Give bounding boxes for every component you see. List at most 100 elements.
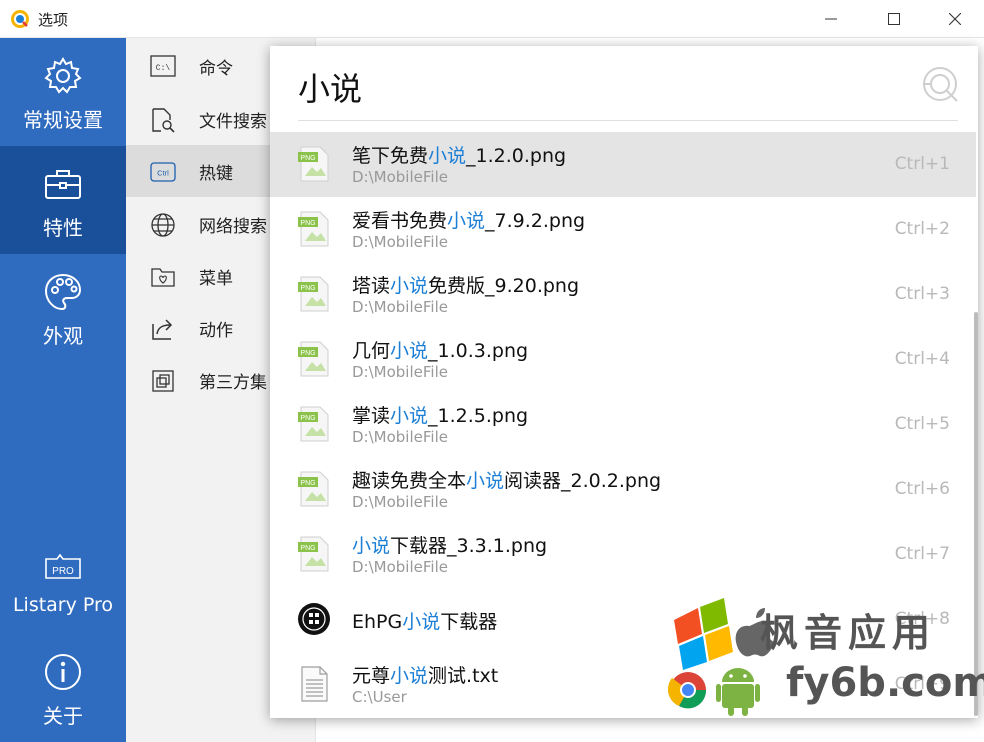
result-path: D:\MobileFile <box>352 233 448 251</box>
result-row[interactable]: PNG 笔下免费小说_1.2.0.png D:\MobileFile Ctrl+1 <box>270 132 976 197</box>
result-name-highlight: 小说 <box>428 145 467 167</box>
result-row[interactable]: PNG 小说下载器_3.3.1.png D:\MobileFile Ctrl+7 <box>270 522 976 587</box>
result-hotkey: Ctrl+7 <box>894 544 950 564</box>
result-hotkey: Ctrl+2 <box>894 219 950 239</box>
result-name-prefix: 掌读 <box>352 405 391 427</box>
result-name: 塔读小说免费版_9.20.png <box>352 271 579 298</box>
result-name: 笔下免费小说_1.2.0.png <box>352 141 566 168</box>
listary-app-icon <box>11 10 29 28</box>
search-divider <box>298 120 958 121</box>
result-name: 小说下载器_3.3.1.png <box>352 531 547 558</box>
png-file-badge: PNG <box>300 220 315 227</box>
result-name-suffix: _1.2.5.png <box>428 405 529 427</box>
pro-badge-text: PRO <box>52 566 74 577</box>
result-name-suffix: _7.9.2.png <box>485 210 586 232</box>
result-name: 掌读小说_1.2.5.png <box>352 401 528 428</box>
result-name-suffix: 免费版_9.20.png <box>428 275 580 297</box>
png-file-icon: PNG <box>298 146 329 182</box>
result-row[interactable]: PNG 趣读免费全本小说阅读器_2.0.2.png D:\MobileFile Ct… <box>270 457 976 522</box>
hotkey-icon: Ctrl <box>150 162 176 182</box>
result-name-highlight: 小说 <box>390 275 429 297</box>
result-path: D:\MobileFile <box>352 493 448 511</box>
result-hotkey: Ctrl+6 <box>894 479 950 499</box>
result-hotkey: Ctrl+4 <box>894 349 950 369</box>
feature-item-label: 命令 <box>199 59 233 79</box>
result-name-suffix: 下载器 <box>440 611 498 633</box>
result-name-prefix: 塔读 <box>352 275 391 297</box>
result-name: 几何小说_1.0.3.png <box>352 336 528 363</box>
result-name: EhPG小说下载器 <box>352 607 497 634</box>
integration-icon <box>152 370 174 392</box>
result-path: C:\User <box>352 688 407 706</box>
feature-item-label: 动作 <box>199 321 233 341</box>
result-path: D:\MobileFile <box>352 428 448 446</box>
result-name-prefix: 元尊 <box>352 665 391 687</box>
file-search-icon <box>152 108 175 133</box>
result-path: D:\MobileFile <box>352 298 448 316</box>
result-row[interactable]: PNG 塔读小说免费版_9.20.png D:\MobileFile Ctrl+3 <box>270 262 976 327</box>
close-button[interactable] <box>932 0 978 38</box>
feature-item-label: 第三方集 <box>199 373 267 393</box>
windows-logo-icon <box>674 598 733 670</box>
android-logo-icon <box>716 668 760 716</box>
minimize-icon <box>825 18 837 20</box>
png-file-badge: PNG <box>300 155 315 162</box>
result-name: 元尊小说测试.txt <box>352 661 498 688</box>
sidebar-item-label: 外观 <box>43 324 83 348</box>
command-prompt-icon: C:\ <box>150 55 176 77</box>
watermark-brand-text: 枫音应用 <box>760 611 937 655</box>
feature-item-label: 文件搜索 <box>199 112 267 132</box>
result-name-prefix: 笔下免费 <box>352 145 429 167</box>
png-file-badge: PNG <box>300 350 315 357</box>
result-row[interactable]: PNG 几何小说_1.0.3.png D:\MobileFile Ctrl+4 <box>270 327 976 392</box>
main-sidebar: 常规设置 特性 外观 PRO Listary Pro 关于 <box>0 38 126 742</box>
app-icon <box>298 603 330 635</box>
text-file-icon <box>301 666 328 702</box>
result-row[interactable]: PNG 爱看书免费小说_7.9.2.png D:\MobileFile Ctrl+2 <box>270 197 976 262</box>
gear-icon <box>44 57 82 94</box>
result-hotkey: Ctrl+1 <box>894 154 950 174</box>
result-hotkey: Ctrl+5 <box>894 414 950 434</box>
search-query[interactable]: 小说 <box>298 64 362 110</box>
result-path: D:\MobileFile <box>352 558 448 576</box>
minimize-button[interactable] <box>808 0 854 38</box>
action-share-icon <box>152 319 173 340</box>
sidebar-item-label: 常规设置 <box>23 108 103 132</box>
pro-badge-icon: PRO <box>45 553 81 579</box>
info-icon <box>45 654 81 690</box>
result-name-suffix: _1.2.0.png <box>466 145 567 167</box>
sidebar-item-label: 特性 <box>43 216 83 240</box>
result-name-suffix: 下载器_3.3.1.png <box>390 535 548 557</box>
sidebar-item-features[interactable]: 特性 <box>0 146 126 254</box>
result-name: 趣读免费全本小说阅读器_2.0.2.png <box>352 466 661 493</box>
result-path: D:\MobileFile <box>352 363 448 381</box>
sidebar-item-listary-pro[interactable]: PRO Listary Pro <box>0 528 126 636</box>
sidebar-item-about[interactable]: 关于 <box>0 634 126 742</box>
result-name-highlight: 小说 <box>390 665 429 687</box>
sidebar-item-appearance[interactable]: 外观 <box>0 254 126 362</box>
png-file-badge: PNG <box>300 415 315 422</box>
result-path: D:\MobileFile <box>352 168 448 186</box>
result-name-suffix: 阅读器_2.0.2.png <box>504 470 662 492</box>
png-file-badge: PNG <box>300 545 315 552</box>
result-name-prefix: EhPG <box>352 611 403 633</box>
png-file-badge: PNG <box>300 285 315 292</box>
result-hotkey: Ctrl+3 <box>894 284 950 304</box>
png-file-icon: PNG <box>298 536 329 572</box>
result-name-highlight: 小说 <box>466 470 505 492</box>
window-title: 选项 <box>38 11 69 29</box>
png-file-badge: PNG <box>300 480 315 487</box>
hotkey-icon-text: Ctrl <box>157 169 169 178</box>
feature-item-label: 菜单 <box>199 269 233 289</box>
png-file-icon: PNG <box>298 276 329 312</box>
palette-icon <box>44 273 82 311</box>
feature-item-label: 网络搜索 <box>199 217 267 237</box>
png-file-icon: PNG <box>298 406 329 442</box>
result-row[interactable]: PNG 掌读小说_1.2.5.png D:\MobileFile Ctrl+5 <box>270 392 976 457</box>
png-file-icon: PNG <box>298 211 329 247</box>
close-icon <box>949 13 961 25</box>
sidebar-item-general[interactable]: 常规设置 <box>0 38 126 146</box>
maximize-button[interactable] <box>871 0 917 38</box>
result-name-prefix: 爱看书免费 <box>352 210 448 232</box>
maximize-icon <box>888 13 900 25</box>
